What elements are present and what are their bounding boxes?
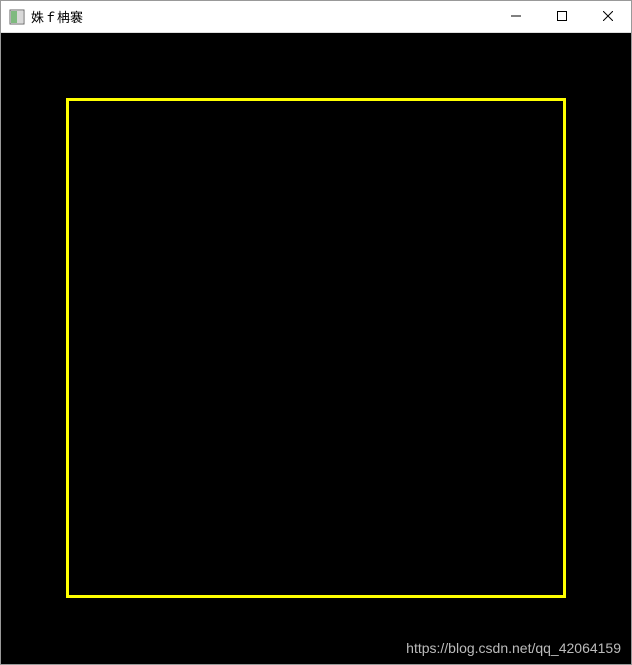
maximize-icon	[557, 9, 567, 24]
app-window: 姝ｆ柟褰 https://blog.csdn.net/qq_42064159	[0, 0, 632, 665]
window-title: 姝ｆ柟褰	[31, 7, 83, 26]
app-icon	[9, 9, 25, 25]
titlebar[interactable]: 姝ｆ柟褰	[1, 1, 631, 33]
canvas-area: https://blog.csdn.net/qq_42064159	[1, 33, 631, 664]
titlebar-left: 姝ｆ柟褰	[9, 7, 83, 26]
maximize-button[interactable]	[539, 1, 585, 32]
close-icon	[603, 9, 613, 24]
minimize-icon	[511, 9, 521, 24]
yellow-rectangle	[66, 98, 566, 598]
titlebar-controls	[493, 1, 631, 32]
minimize-button[interactable]	[493, 1, 539, 32]
watermark-text: https://blog.csdn.net/qq_42064159	[406, 640, 621, 656]
close-button[interactable]	[585, 1, 631, 32]
